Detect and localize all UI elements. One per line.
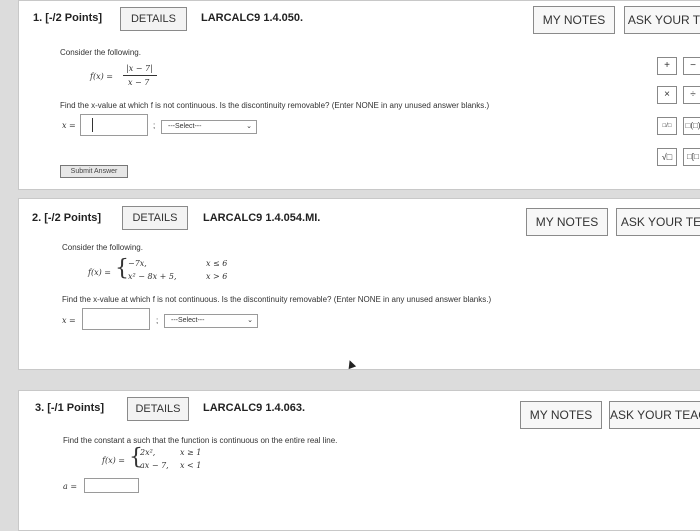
question-2-header: 2. [-/2 Points] — [32, 212, 102, 224]
question-1-ask-button[interactable]: ASK YOUR T — [624, 6, 700, 34]
question-3-piece2-expr: ax − 7, — [140, 461, 169, 470]
question-1-header: 1. [-/2 Points] — [33, 12, 103, 24]
question-2-piece2-expr: x² − 8x + 5, — [128, 272, 177, 281]
question-1-denominator: x − 7 — [128, 78, 150, 87]
question-1-select-value: ---Select--- — [168, 123, 202, 130]
question-3-header: 3. [-/1 Points] — [35, 402, 105, 414]
fraction-button[interactable]: □/□ — [657, 117, 677, 135]
question-1-x-input[interactable] — [80, 114, 148, 136]
question-3-my-notes-button[interactable]: MY NOTES — [520, 401, 602, 429]
question-3-piece1-expr: 2x², — [140, 448, 156, 457]
question-3-piece1-cond: x ≥ 1 — [180, 448, 202, 457]
question-2-function-label: f(x) = — [88, 268, 111, 277]
brackets-button[interactable]: □[□ — [683, 148, 700, 166]
minus-button[interactable]: − — [683, 57, 700, 75]
question-1-intro: Consider the following. — [60, 48, 141, 57]
question-3-code: LARCALC9 1.4.063. — [203, 402, 306, 414]
question-1-submit-button[interactable]: Submit Answer — [60, 165, 128, 178]
question-2-separator: ; — [156, 316, 159, 325]
question-3-piece2-cond: x < 1 — [180, 461, 202, 470]
question-3-function-label: f(x) = — [102, 456, 125, 465]
question-1-my-notes-button[interactable]: MY NOTES — [533, 6, 615, 34]
question-1-separator: ; — [153, 121, 156, 130]
question-2-input-label: x = — [62, 316, 76, 325]
question-1-prompt: Find the x-value at which f is not conti… — [60, 101, 490, 110]
plus-button[interactable]: + — [657, 57, 677, 75]
question-2-removable-select[interactable]: ---Select--- ⌄ — [164, 314, 258, 328]
question-2-prompt: Find the x-value at which f is not conti… — [62, 295, 492, 304]
question-2-intro: Consider the following. — [62, 243, 143, 252]
question-1-function-label: f(x) = — [90, 72, 113, 81]
question-3-prompt: Find the constant a such that the functi… — [63, 436, 338, 445]
times-button[interactable]: × — [657, 86, 677, 104]
question-1-details-button[interactable]: DETAILS — [120, 7, 187, 31]
question-1-cursor — [92, 118, 93, 132]
question-2-ask-button[interactable]: ASK YOUR TE — [616, 208, 700, 236]
question-2-details-button[interactable]: DETAILS — [122, 206, 188, 230]
divide-button[interactable]: ÷ — [683, 86, 700, 104]
question-2-select-value: ---Select--- — [171, 317, 205, 324]
question-2-brace: { — [115, 256, 129, 281]
question-3-ask-button[interactable]: ASK YOUR TEAC — [609, 401, 700, 429]
question-3-a-input[interactable] — [84, 478, 139, 493]
sqrt-button[interactable]: √□ — [657, 148, 677, 166]
question-1-code: LARCALC9 1.4.050. — [201, 12, 304, 24]
question-2-code: LARCALC9 1.4.054.MI. — [203, 212, 321, 224]
question-2-piece1-expr: −7x, — [128, 259, 147, 268]
chevron-down-icon: ⌄ — [246, 123, 252, 130]
question-1-removable-select[interactable]: ---Select--- ⌄ — [161, 120, 257, 134]
question-2-piece1-cond: x ≤ 6 — [206, 259, 228, 268]
question-1-input-label: x = — [62, 121, 76, 130]
parentheses-button[interactable]: □(□) — [683, 117, 700, 135]
question-1-fraction-bar — [123, 75, 157, 76]
question-1-numerator: |x − 7| — [126, 64, 153, 73]
question-2-x-input[interactable] — [82, 308, 150, 330]
question-2-piece2-cond: x > 6 — [206, 272, 228, 281]
question-3-details-button[interactable]: DETAILS — [127, 397, 189, 421]
question-2-my-notes-button[interactable]: MY NOTES — [526, 208, 608, 236]
chevron-down-icon: ⌄ — [247, 317, 253, 324]
question-3-input-label: a = — [63, 482, 78, 491]
